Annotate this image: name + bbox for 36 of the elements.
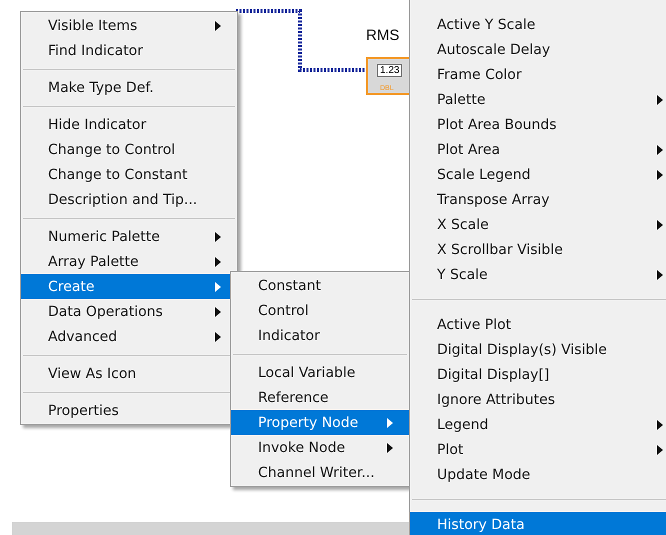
menu-item[interactable]: Channel Writer...: [231, 460, 409, 485]
menu-item[interactable]: Scale Legend: [410, 162, 666, 187]
menu-item[interactable]: Palette: [410, 87, 666, 112]
menu-item[interactable]: Change to Control: [21, 137, 237, 162]
menu-item[interactable]: Plot Area Bounds: [410, 112, 666, 137]
menu-item[interactable]: X Scrollbar Visible: [410, 237, 666, 262]
menu-item[interactable]: Change to Constant: [21, 162, 237, 187]
menu-item[interactable]: Make Type Def.: [21, 75, 237, 100]
menu-item[interactable]: Transpose Array: [410, 187, 666, 212]
menu-item[interactable]: Hide Indicator: [21, 112, 237, 137]
menu-item[interactable]: Invoke Node: [231, 435, 409, 460]
menu-item[interactable]: Property Node: [231, 410, 409, 435]
menu-item[interactable]: X Scale: [410, 212, 666, 237]
menu-item[interactable]: Y Scale: [410, 262, 666, 287]
menu-item[interactable]: Array Palette: [21, 249, 237, 274]
menu-item[interactable]: Digital Display[]: [410, 362, 666, 387]
menu-item[interactable]: Digital Display(s) Visible: [410, 337, 666, 362]
menu-item[interactable]: Autoscale Delay: [410, 37, 666, 62]
indicator-value: 1.23: [377, 64, 402, 77]
menu-item[interactable]: Plot Area: [410, 137, 666, 162]
menu-item[interactable]: Description and Tip...: [21, 187, 237, 212]
menu-item[interactable]: Update Mode: [410, 462, 666, 487]
menu-item[interactable]: Ignore Attributes: [410, 387, 666, 412]
menu-item[interactable]: Legend: [410, 412, 666, 437]
menu-item[interactable]: Visible Items: [21, 13, 237, 38]
scrollbar[interactable]: [12, 522, 412, 535]
menu-item[interactable]: Numeric Palette: [21, 224, 237, 249]
menu-item[interactable]: Active Y Scale: [410, 12, 666, 37]
menu-item[interactable]: Local Variable: [231, 360, 409, 385]
menu-item[interactable]: History Data: [410, 512, 666, 535]
menu-item[interactable]: Find Indicator: [21, 38, 237, 63]
menu-item[interactable]: Plot: [410, 437, 666, 462]
menu-item[interactable]: Active Plot: [410, 312, 666, 337]
menu-item[interactable]: Frame Color: [410, 62, 666, 87]
menu-item[interactable]: Reference: [231, 385, 409, 410]
indicator-label: RMS: [366, 27, 400, 44]
